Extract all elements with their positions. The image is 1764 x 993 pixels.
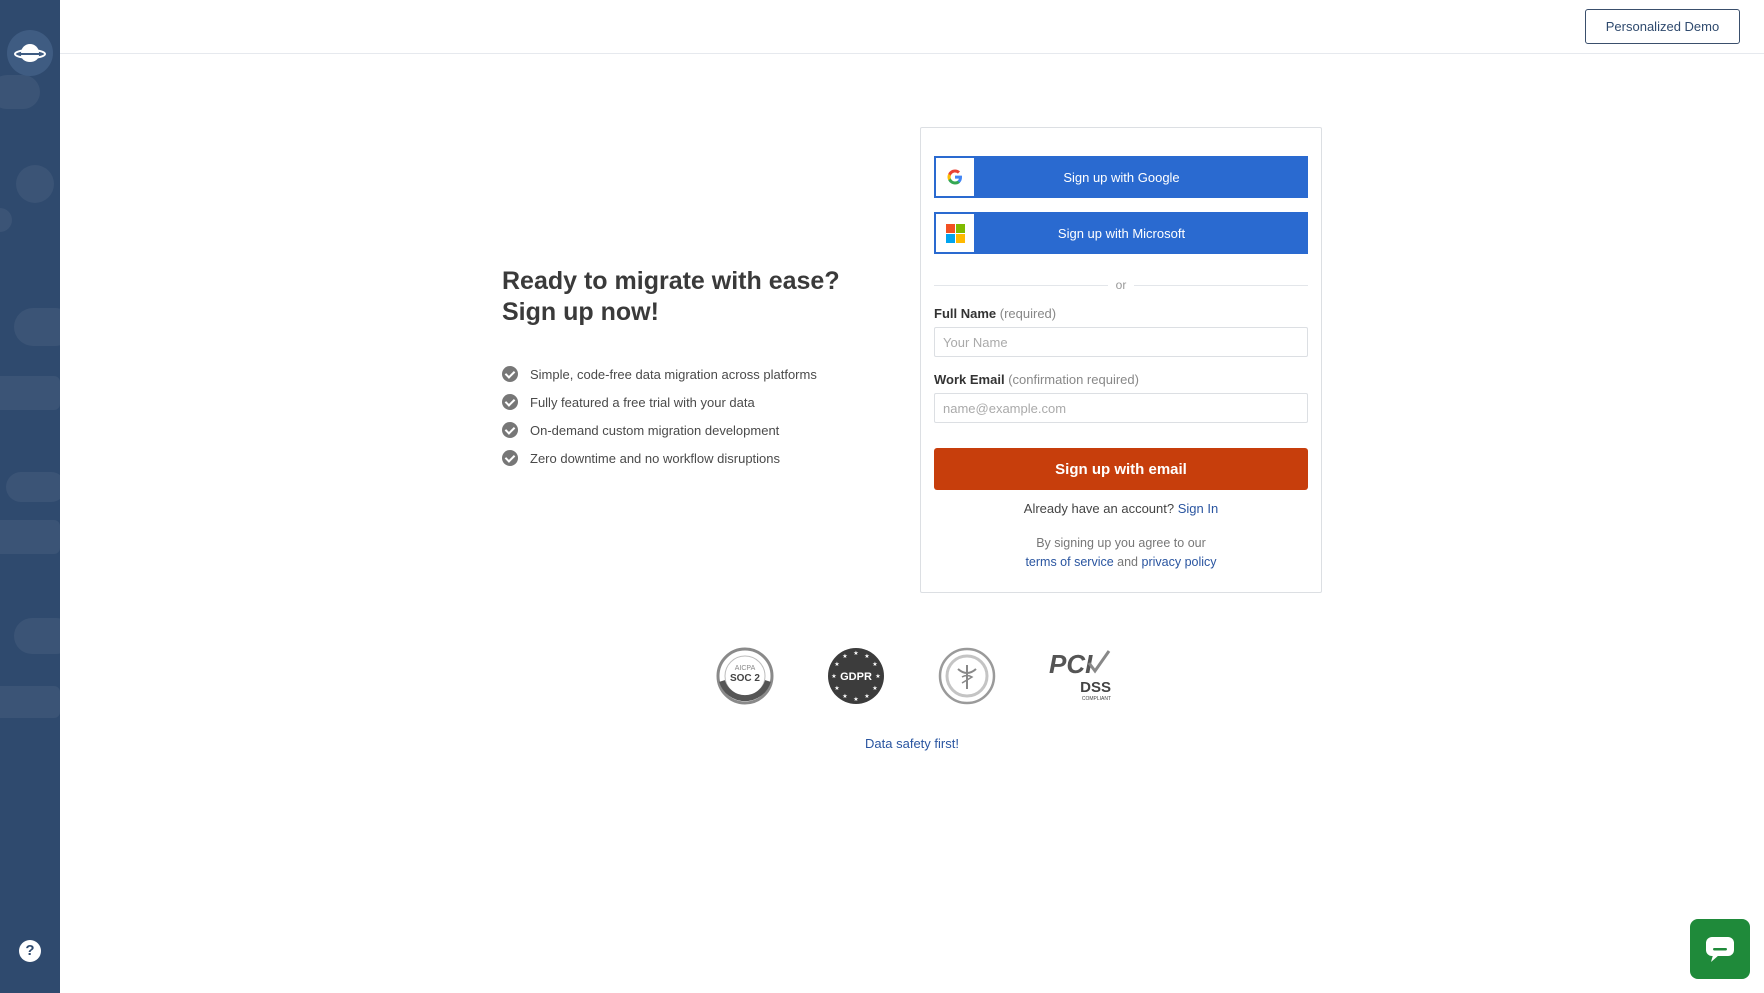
svg-text:★: ★ (872, 685, 877, 692)
sidebar-decoration (14, 618, 60, 654)
privacy-link[interactable]: privacy policy (1142, 555, 1217, 569)
svg-text:GDPR: GDPR (840, 671, 872, 683)
check-circle-icon (502, 366, 518, 382)
svg-text:AICPA: AICPA (735, 665, 756, 672)
hipaa-badge-icon (938, 647, 996, 705)
svg-text:★: ★ (834, 685, 839, 692)
svg-text:★: ★ (864, 693, 869, 700)
sidebar: ? (0, 0, 60, 993)
microsoft-logo-icon (936, 214, 974, 252)
saturn-logo-icon[interactable] (7, 30, 53, 76)
full-name-label: Full Name (required) (934, 306, 1057, 321)
sidebar-decoration (16, 165, 54, 203)
svg-text:★: ★ (853, 696, 858, 703)
sign-in-link[interactable]: Sign In (1178, 501, 1218, 516)
gdpr-badge-icon: ★ ★★ ★★★ ★★★ ★★★ GDPR (828, 648, 884, 704)
top-bar: Personalized Demo (60, 0, 1764, 54)
sidebar-decoration (0, 520, 60, 554)
feature-item: Fully featured a free trial with your da… (502, 388, 862, 416)
feature-item: Simple, code-free data migration across … (502, 360, 862, 388)
title-line-1: Ready to migrate with ease? (502, 267, 840, 295)
google-signup-label: Sign up with Google (1063, 169, 1180, 185)
data-safety-text: Data safety first! (865, 736, 959, 751)
microsoft-signup-label: Sign up with Microsoft (1057, 225, 1186, 241)
check-circle-icon (502, 450, 518, 466)
check-circle-icon (502, 422, 518, 438)
svg-text:★: ★ (834, 661, 839, 668)
svg-text:★: ★ (842, 693, 847, 700)
full-name-input[interactable] (934, 327, 1308, 357)
terms-link[interactable]: terms of service (1025, 555, 1113, 569)
sidebar-decoration (0, 376, 60, 410)
personalized-demo-button[interactable]: Personalized Demo (1585, 9, 1740, 44)
sidebar-decoration (0, 208, 12, 232)
feature-item: Zero downtime and no workflow disruption… (502, 444, 862, 472)
signup-email-button[interactable]: Sign up with email (934, 448, 1308, 490)
pci-dss-badge-icon: PCI DSS COMPLIANT (1049, 649, 1111, 702)
feature-item: On-demand custom migration development (502, 416, 862, 444)
already-account-text: Already have an account? Sign In (1023, 501, 1219, 516)
google-signup-button[interactable]: Sign up with Google (934, 156, 1308, 198)
svg-text:SOC 2: SOC 2 (730, 673, 760, 684)
svg-text:★: ★ (875, 673, 880, 680)
svg-text:PCI: PCI (1049, 649, 1093, 679)
svg-text:★: ★ (842, 653, 847, 660)
page-title: Ready to migrate with ease? Sign up now! (502, 266, 862, 328)
legal-text: By signing up you agree to our terms of … (1025, 536, 1217, 569)
svg-text:COMPLIANT: COMPLIANT (1082, 696, 1111, 702)
question-icon[interactable]: ? (19, 940, 41, 962)
svg-text:★: ★ (853, 650, 858, 657)
work-email-label: Work Email (confirmation required) (934, 372, 1139, 387)
svg-text:DSS: DSS (1080, 679, 1111, 696)
microsoft-signup-button[interactable]: Sign up with Microsoft (934, 212, 1308, 254)
pitch-section: Ready to migrate with ease? Sign up now!… (502, 266, 862, 472)
compliance-badges: AICPA SOC 2 ★ ★ ★ ★ ★ ★ ★ ★ ★ ★ ★ ★ GDPR PCI DSS… (716, 647, 1116, 709)
title-line-2: Sign up now! (502, 298, 659, 326)
sidebar-decoration (14, 308, 60, 346)
signup-card: Sign up with Google Sign up with Microso… (920, 127, 1322, 593)
svg-text:★: ★ (831, 673, 836, 680)
feature-list: Simple, code-free data migration across … (502, 360, 862, 472)
work-email-input[interactable] (934, 393, 1308, 423)
soc2-badge-icon: AICPA SOC 2 (716, 647, 774, 705)
google-g-icon (936, 158, 974, 196)
chat-bubble-icon[interactable] (1690, 919, 1750, 979)
sidebar-decoration (6, 472, 60, 502)
svg-text:★: ★ (872, 661, 877, 668)
check-circle-icon (502, 394, 518, 410)
sidebar-decoration (0, 75, 40, 109)
or-divider: or (934, 278, 1309, 292)
svg-text:★: ★ (864, 653, 869, 660)
sidebar-decoration (0, 686, 60, 718)
